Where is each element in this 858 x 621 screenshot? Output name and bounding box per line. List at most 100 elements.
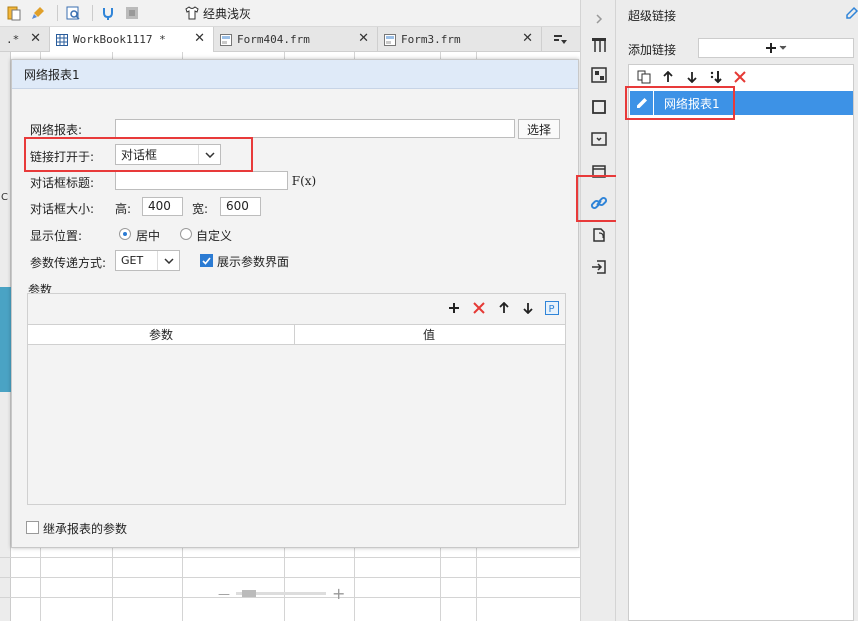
tab-label: WorkBook1117 * — [73, 33, 166, 46]
sort-down-icon[interactable] — [707, 68, 725, 86]
select-report-button[interactable]: 选择 — [518, 119, 560, 139]
form-icon — [384, 33, 396, 46]
report-input[interactable] — [115, 119, 515, 138]
arrow-up-icon[interactable] — [496, 300, 512, 316]
tab-form404[interactable]: Form404.frm ✕ — [214, 27, 378, 52]
toolbar-separator — [57, 5, 58, 21]
delete-icon[interactable] — [731, 68, 749, 86]
position-center-label: 居中 — [136, 229, 161, 243]
open-in-label: 链接打开于: — [30, 150, 95, 164]
method-value: GET — [121, 254, 144, 267]
add-icon — [766, 43, 776, 53]
add-link-label: 添加链接 — [628, 43, 677, 57]
import-icon[interactable] — [590, 258, 608, 276]
chevron-down-icon — [198, 145, 220, 164]
link-item-label: 网络报表1 — [664, 96, 720, 111]
toolbar-separator — [92, 5, 93, 21]
position-label: 显示位置: — [30, 229, 83, 243]
params-table-box: P 参数 值 — [27, 293, 566, 505]
formula-button[interactable]: F(x) — [292, 171, 316, 190]
zoom-out-icon[interactable]: — — [218, 587, 230, 601]
show-params-label: 展示参数界面 — [217, 255, 290, 269]
position-custom-radio[interactable] — [180, 228, 192, 240]
property-icon-strip — [580, 0, 616, 621]
zoom-in-icon[interactable]: + — [332, 584, 345, 603]
expand-attribute-icon[interactable] — [590, 226, 608, 244]
form-icon — [220, 33, 232, 46]
inherit-params-label: 继承报表的参数 — [43, 522, 128, 536]
height-input[interactable]: 400 — [142, 197, 183, 216]
cell-attribute-icon[interactable] — [590, 36, 608, 54]
dialog-title-input[interactable] — [115, 171, 288, 190]
method-label: 参数传递方式: — [30, 256, 107, 270]
position-custom-label: 自定义 — [196, 229, 233, 243]
widget-attribute-icon[interactable] — [590, 98, 608, 116]
pencil-icon — [630, 91, 654, 115]
tab-unsaved[interactable]: .* ✕ — [0, 27, 50, 52]
size-label: 对话框大小: — [30, 202, 95, 216]
form-widget-icon[interactable] — [590, 130, 608, 148]
event-icon[interactable] — [590, 162, 608, 180]
link-item-network-report[interactable]: 网络报表1 — [630, 91, 853, 115]
params-column-param: 参数 — [28, 325, 295, 344]
workbook-icon — [56, 33, 68, 46]
close-icon[interactable]: ✕ — [358, 31, 369, 46]
arrow-down-icon[interactable] — [683, 68, 701, 86]
disabled-tool-icon — [122, 3, 142, 23]
tab-workbook1117[interactable]: WorkBook1117 * ✕ — [50, 27, 214, 52]
edit-icon[interactable] — [845, 6, 858, 20]
condition-attribute-icon[interactable] — [590, 66, 608, 84]
parameter-p-icon[interactable]: P — [544, 300, 560, 316]
theme-label: 经典浅灰 — [203, 6, 252, 21]
link-settings-dialog: 网络报表1 网络报表: 选择 链接打开于: 对话框 对话框标题: F(x) 对话… — [11, 59, 579, 548]
panel-title: 超级链接 — [628, 9, 677, 23]
params-table-body[interactable] — [28, 345, 565, 504]
tab-label: .* — [6, 33, 20, 46]
inherit-params-checkbox[interactable] — [26, 521, 39, 534]
tab-form3[interactable]: Form3.frm ✕ — [378, 27, 542, 52]
chevron-down-icon — [157, 251, 179, 270]
svg-text:P: P — [549, 304, 555, 315]
show-params-checkbox[interactable] — [200, 254, 213, 267]
zoom-slider[interactable] — [236, 590, 326, 597]
hyperlink-icon[interactable] — [590, 194, 608, 212]
close-icon[interactable]: ✕ — [30, 31, 41, 46]
hyperlink-panel: 超级链接 添加链接 网络报表1 — [616, 0, 858, 621]
cell-fragment: C — [1, 192, 8, 203]
dialog-title-label: 对话框标题: — [30, 176, 95, 190]
dialog-title: 网络报表1 — [12, 60, 578, 89]
close-icon[interactable]: ✕ — [194, 31, 205, 46]
tab-label: Form3.frm — [401, 33, 461, 46]
document-tabs: .* ✕ WorkBook1117 * ✕ Form404.frm ✕ Form… — [0, 27, 580, 52]
chevron-right-icon[interactable] — [590, 10, 608, 28]
check-icon — [202, 256, 211, 265]
plugin-icon[interactable] — [98, 3, 118, 23]
report-label: 网络报表: — [30, 123, 83, 137]
link-list-toolbar — [629, 65, 853, 89]
zoom-control[interactable]: — + — [218, 584, 345, 603]
width-input[interactable]: 600 — [220, 197, 261, 216]
params-table-header: 参数 值 — [28, 324, 565, 345]
method-select[interactable]: GET — [115, 250, 180, 271]
arrow-up-icon[interactable] — [659, 68, 677, 86]
height-label: 高: — [115, 202, 132, 216]
format-brush-icon[interactable] — [28, 3, 48, 23]
copy-icon[interactable] — [635, 68, 653, 86]
shirt-icon — [185, 6, 199, 20]
open-in-select[interactable]: 对话框 — [115, 144, 221, 165]
params-column-value: 值 — [422, 328, 435, 342]
position-center-radio[interactable] — [119, 228, 131, 240]
theme-button[interactable]: 经典浅灰 — [184, 5, 251, 22]
tab-list-icon[interactable] — [552, 32, 568, 48]
preview-icon[interactable] — [63, 3, 83, 23]
add-param-icon[interactable] — [446, 300, 462, 316]
tab-label: Form404.frm — [237, 33, 310, 46]
add-link-button[interactable] — [698, 38, 854, 58]
width-label: 宽: — [192, 202, 209, 216]
arrow-down-icon[interactable] — [520, 300, 536, 316]
delete-param-icon[interactable] — [471, 300, 487, 316]
main-toolbar: 经典浅灰 — [0, 0, 580, 27]
paste-icon[interactable] — [4, 3, 24, 23]
open-in-value: 对话框 — [121, 148, 158, 162]
close-icon[interactable]: ✕ — [522, 31, 533, 46]
